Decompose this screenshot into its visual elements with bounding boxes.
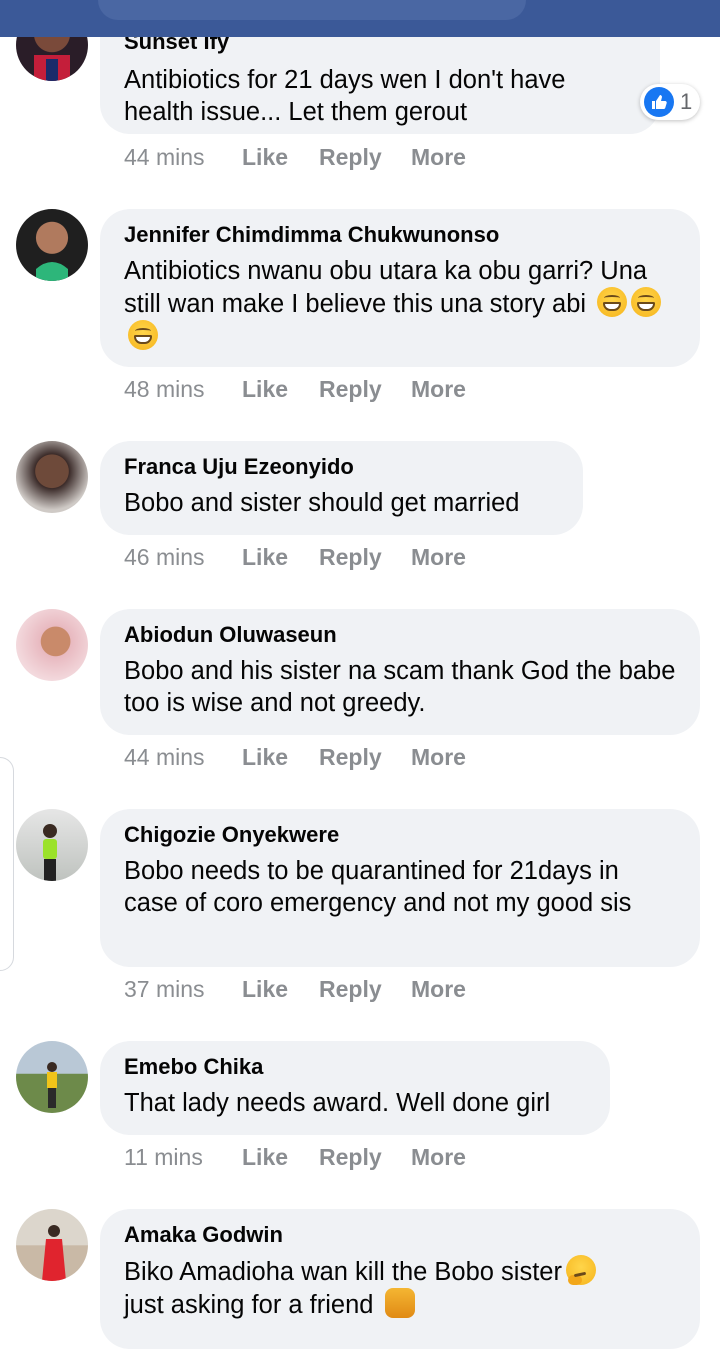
shrugging-person-icon bbox=[384, 1288, 415, 1318]
avatar[interactable] bbox=[16, 441, 88, 513]
app-header bbox=[0, 0, 720, 37]
more-button[interactable]: More bbox=[411, 542, 466, 572]
reply-button[interactable]: Reply bbox=[319, 542, 382, 572]
thumbs-up-icon bbox=[644, 87, 674, 117]
comment-bubble: Franca Uju Ezeonyido Bobo and sister sho… bbox=[100, 441, 583, 535]
reaction-badge[interactable]: 1 bbox=[640, 84, 700, 120]
comment-timestamp[interactable]: 46 mins bbox=[124, 542, 205, 572]
commenter-name[interactable]: Abiodun Oluwaseun bbox=[124, 621, 676, 649]
comment-bubble: Chigozie Onyekwere Bobo needs to be quar… bbox=[100, 809, 700, 967]
avatar[interactable] bbox=[16, 809, 88, 881]
comment-timestamp[interactable]: 44 mins bbox=[124, 742, 205, 772]
comment-text: Biko Amadioha wan kill the Bobo sister ju… bbox=[124, 1255, 676, 1321]
commenter-name[interactable]: Amaka Godwin bbox=[124, 1221, 676, 1249]
comment-bubble: Abiodun Oluwaseun Bobo and his sister na… bbox=[100, 609, 700, 735]
thinking-face-icon bbox=[565, 1255, 596, 1285]
reply-button[interactable]: Reply bbox=[319, 1142, 382, 1172]
comment-timestamp[interactable]: 48 mins bbox=[124, 374, 205, 404]
more-button[interactable]: More bbox=[411, 1142, 466, 1172]
avatar[interactable] bbox=[16, 209, 88, 281]
comment-timestamp[interactable]: 37 mins bbox=[124, 974, 205, 1004]
comment-text: Bobo and sister should get married bbox=[124, 489, 520, 517]
comment-text-body: Antibiotics nwanu obu utara ka obu garri… bbox=[124, 257, 648, 318]
comment-text: That lady needs award. Well done girl bbox=[124, 1089, 551, 1117]
commenter-name[interactable]: Chigozie Onyekwere bbox=[124, 821, 676, 849]
comment-bubble: Jennifer Chimdimma Chukwunonso Antibioti… bbox=[100, 209, 700, 367]
reply-button[interactable]: Reply bbox=[319, 142, 382, 172]
grinning-face-icon bbox=[631, 287, 662, 317]
like-button[interactable]: Like bbox=[242, 542, 288, 572]
comment-timestamp[interactable]: 11 mins bbox=[124, 1142, 203, 1172]
commenter-name[interactable]: Emebo Chika bbox=[124, 1053, 586, 1081]
reply-button[interactable]: Reply bbox=[319, 974, 382, 1004]
like-button[interactable]: Like bbox=[242, 374, 288, 404]
like-button[interactable]: Like bbox=[242, 742, 288, 772]
reply-button[interactable]: Reply bbox=[319, 742, 382, 772]
comment-text-body: Biko Amadioha wan kill the Bobo sister bbox=[124, 1258, 562, 1286]
reaction-count: 1 bbox=[680, 89, 693, 114]
comment-bubble: Emebo Chika That lady needs award. Well … bbox=[100, 1041, 610, 1135]
grinning-face-icon bbox=[128, 320, 158, 350]
comment-bubble: Amaka Godwin Biko Amadioha wan kill the … bbox=[100, 1209, 700, 1349]
more-button[interactable]: More bbox=[411, 374, 466, 404]
more-button[interactable]: More bbox=[411, 974, 466, 1004]
more-button[interactable]: More bbox=[411, 742, 466, 772]
comment-text: Antibiotics nwanu obu utara ka obu garri… bbox=[124, 255, 676, 353]
like-button[interactable]: Like bbox=[242, 142, 288, 172]
more-button[interactable]: More bbox=[411, 142, 466, 172]
like-button[interactable]: Like bbox=[242, 1142, 288, 1172]
commenter-name[interactable]: Jennifer Chimdimma Chukwunonso bbox=[124, 221, 676, 249]
comment-timestamp[interactable]: 44 mins bbox=[124, 142, 205, 172]
search-bar[interactable] bbox=[98, 0, 526, 20]
commenter-name[interactable]: Franca Uju Ezeonyido bbox=[124, 453, 559, 481]
reply-button[interactable]: Reply bbox=[319, 374, 382, 404]
avatar[interactable] bbox=[16, 609, 88, 681]
comment-text: Antibiotics for 21 days wen I don't have… bbox=[124, 66, 566, 126]
avatar[interactable] bbox=[16, 1041, 88, 1113]
avatar[interactable] bbox=[16, 1209, 88, 1281]
comment-text: Bobo needs to be quarantined for 21days … bbox=[124, 857, 632, 917]
comment-text: Bobo and his sister na scam thank God th… bbox=[124, 657, 676, 717]
like-button[interactable]: Like bbox=[242, 974, 288, 1004]
side-panel-handle[interactable] bbox=[0, 757, 14, 971]
grinning-face-icon bbox=[597, 287, 628, 317]
comment-text-line2: just asking for a friend bbox=[124, 1291, 374, 1319]
